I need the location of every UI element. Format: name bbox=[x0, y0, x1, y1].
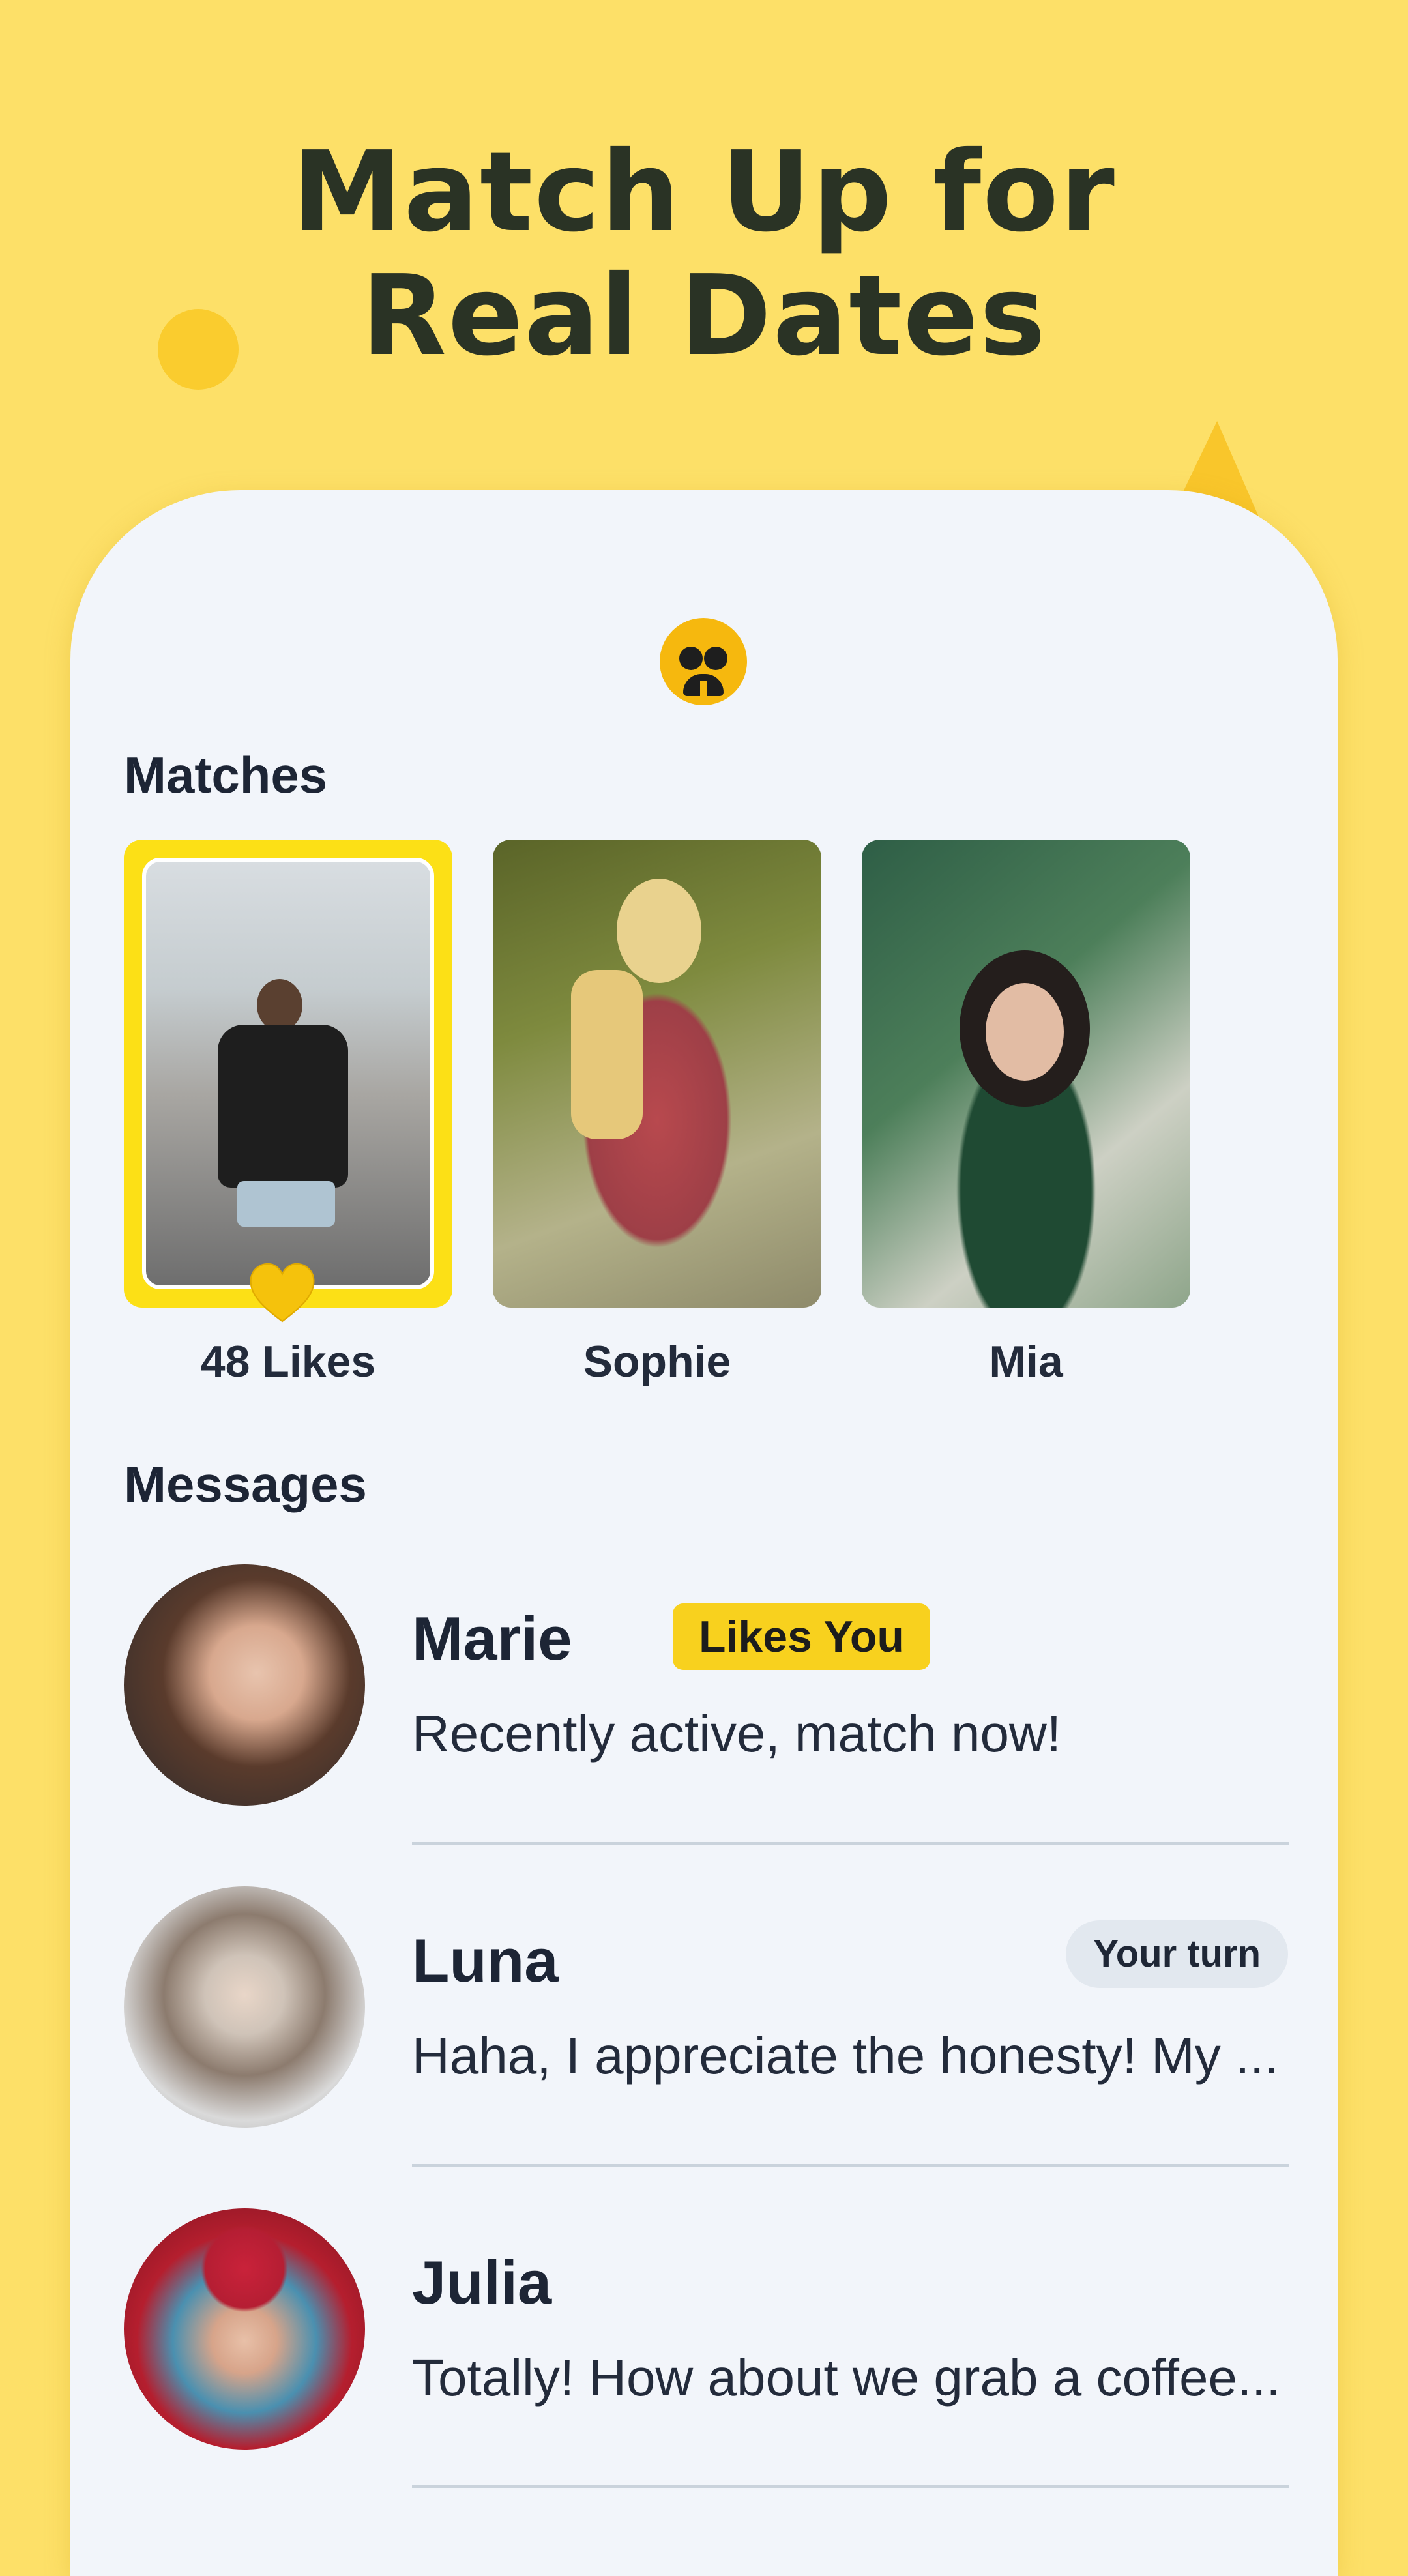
match-photo bbox=[862, 840, 1190, 1308]
messages-heading: Messages bbox=[124, 1456, 367, 1513]
message-row-luna[interactable]: Luna Your turn Haha, I appreciate the ho… bbox=[124, 1886, 1349, 2186]
contact-name: Luna bbox=[412, 1926, 559, 1995]
decorative-dot bbox=[158, 309, 239, 390]
message-preview: Haha, I appreciate the honesty! My ... bbox=[412, 2027, 1279, 2085]
match-photo bbox=[493, 840, 821, 1308]
headline-line-1: Match Up for bbox=[292, 128, 1116, 257]
avatar bbox=[124, 2208, 365, 2450]
phone-screen: Matches 48 Likes Sophie Mia Messages Mar… bbox=[70, 490, 1338, 2576]
match-card-mia[interactable] bbox=[862, 840, 1190, 1308]
app-logo-icon[interactable] bbox=[660, 618, 747, 705]
message-row-julia[interactable]: Julia Totally! How about we grab a coffe… bbox=[124, 2208, 1349, 2508]
contact-name: Marie bbox=[412, 1604, 572, 1673]
match-label-likes: 48 Likes bbox=[200, 1337, 376, 1386]
contact-name: Julia bbox=[412, 2248, 552, 2317]
message-preview: Totally! How about we grab a coffee... bbox=[412, 2349, 1281, 2407]
match-card-likes[interactable] bbox=[124, 840, 452, 1308]
likes-you-badge: Likes You bbox=[673, 1603, 930, 1670]
divider bbox=[412, 1842, 1289, 1845]
match-photo bbox=[142, 858, 434, 1289]
divider bbox=[412, 2485, 1289, 2488]
heart-icon bbox=[250, 1263, 315, 1323]
message-row-marie[interactable]: Marie Likes You Recently active, match n… bbox=[124, 1564, 1349, 1864]
avatar bbox=[124, 1886, 365, 2128]
message-preview: Recently active, match now! bbox=[412, 1705, 1061, 1763]
match-label-sophie: Sophie bbox=[583, 1337, 731, 1386]
matches-heading: Matches bbox=[124, 746, 328, 804]
your-turn-badge: Your turn bbox=[1066, 1920, 1288, 1988]
match-card-sophie[interactable] bbox=[493, 840, 821, 1308]
match-label-mia: Mia bbox=[989, 1337, 1063, 1386]
avatar bbox=[124, 1564, 365, 1806]
divider bbox=[412, 2164, 1289, 2167]
